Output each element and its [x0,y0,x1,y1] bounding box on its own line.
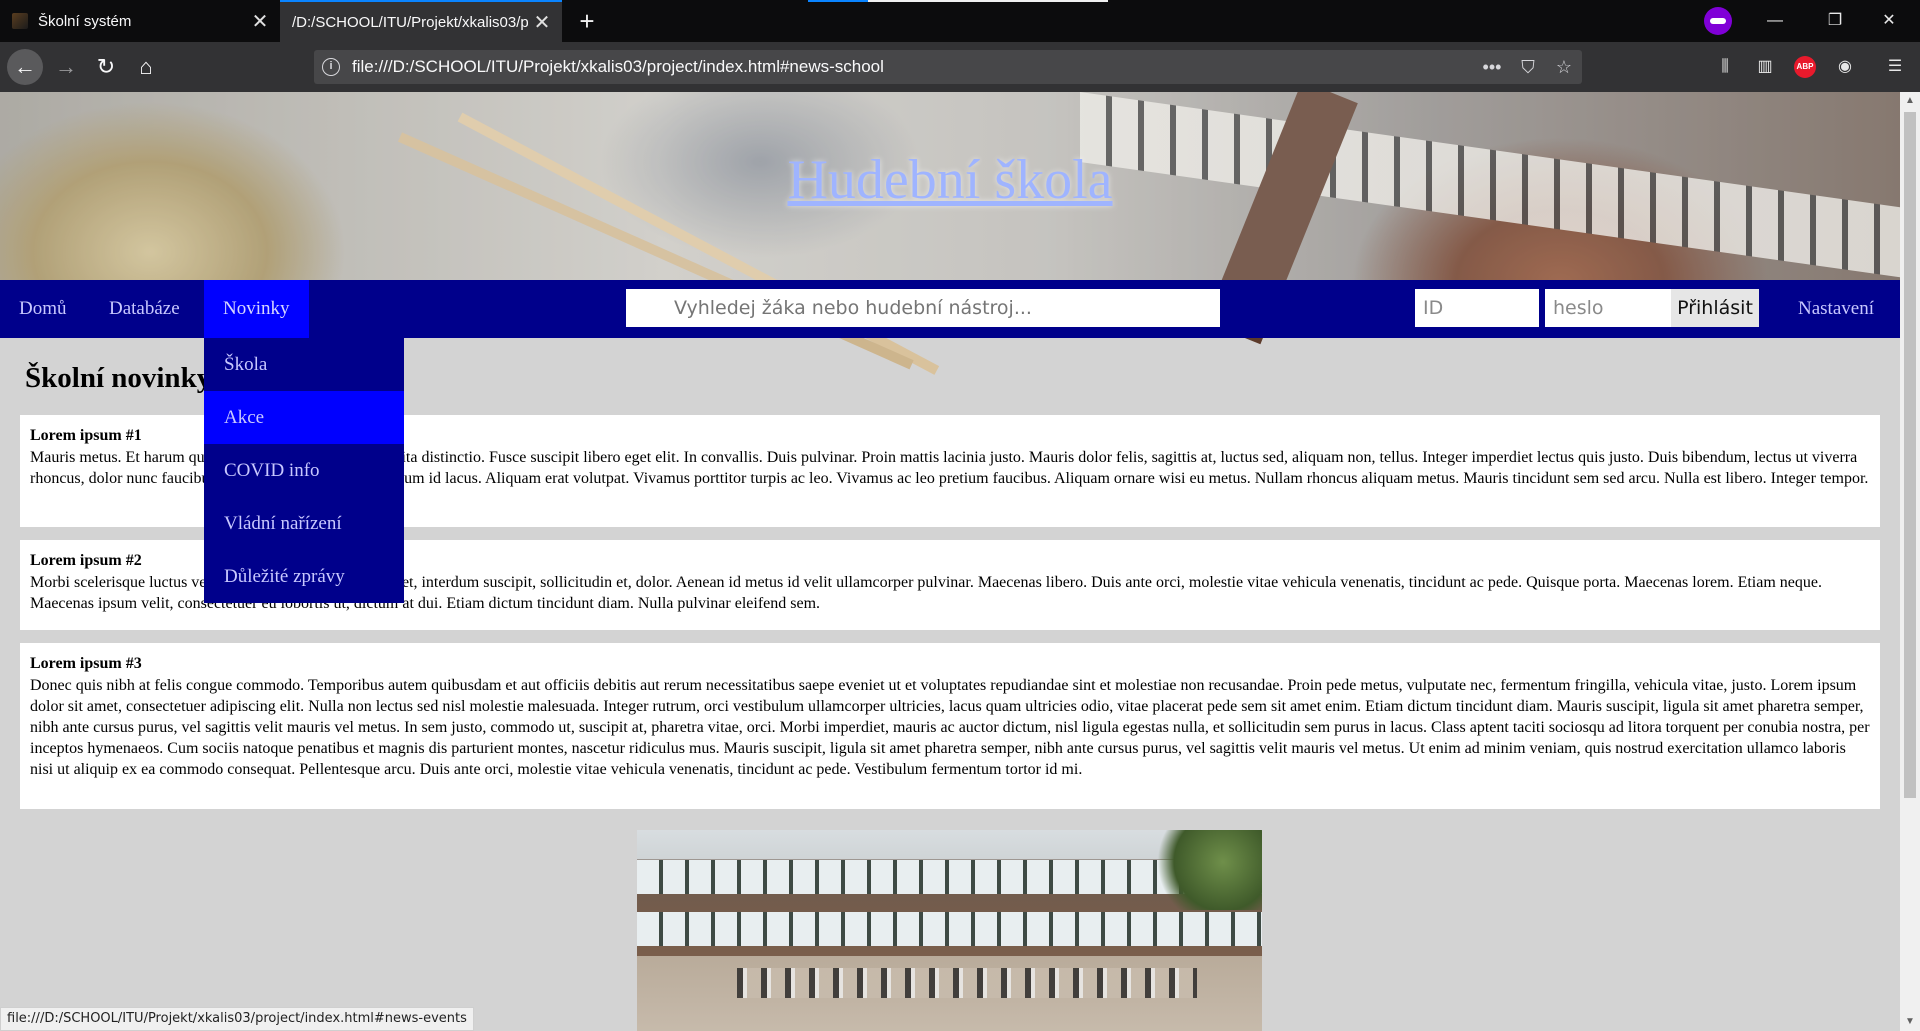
navigation-toolbar: ← → ↻ ⌂ i file:///D:/SCHOOL/ITU/Projekt/… [0,42,1920,92]
dropdown-item-akce[interactable]: Akce [204,391,404,444]
dropdown-item-dulezite-zpravy[interactable]: Důležité zprávy [204,550,404,603]
adblock-plus-icon[interactable]: ABP [1794,56,1816,78]
new-tab-button[interactable]: + [570,4,604,38]
tab-bar: Školní systém ✕ /D:/SCHOOL/ITU/Projekt/x… [0,0,1920,42]
url-text[interactable]: file:///D:/SCHOOL/ITU/Projekt/xkalis03/p… [352,57,1474,77]
account-icon[interactable]: ◉ [1832,54,1858,80]
tab-indicator-accent [808,0,868,2]
library-icon[interactable]: ⫼ [1712,54,1738,80]
minimize-button[interactable]: — [1752,0,1798,42]
students-image [737,968,1197,998]
tab-title: Školní systém [38,12,132,30]
menu-item-databaze[interactable]: Databáze [90,280,199,338]
tab-close-icon[interactable]: ✕ [246,9,274,34]
page-actions-icon[interactable]: ••• [1474,57,1510,78]
dropdown-item-skola[interactable]: Škola [204,338,404,391]
menu-icon[interactable]: ☰ [1882,54,1908,80]
close-window-button[interactable]: ✕ [1866,0,1912,42]
site-favicon-icon [12,13,28,29]
sidebar-icon[interactable]: ▥ [1752,54,1778,80]
scroll-up-icon[interactable]: ▲ [1900,92,1920,110]
building-windows [637,912,1262,946]
login-button[interactable]: Přihlásit [1671,289,1759,327]
back-button[interactable]: ← [7,49,43,85]
news-text: Donec quis nibh at felis congue commodo.… [30,677,1870,778]
hero-banner: Hudební škola [0,92,1900,375]
menu-item-nastaveni[interactable]: Nastavení [1779,280,1893,338]
main-menu: Domů Databáze Novinky Přihlásit Nastaven… [0,280,1900,338]
url-bar[interactable]: i file:///D:/SCHOOL/ITU/Projekt/xkalis03… [314,50,1582,84]
page-title: Školní novinky [25,362,212,394]
hero-title-link[interactable]: Hudební škola [0,148,1900,212]
novinky-dropdown: Škola Akce COVID info Vládní nařízení Dů… [204,338,404,603]
reload-button[interactable]: ↻ [88,49,124,85]
private-browsing-icon[interactable] [1704,7,1732,35]
menu-item-novinky[interactable]: Novinky [204,280,309,338]
home-button[interactable]: ⌂ [128,49,164,85]
tab-title: /D:/SCHOOL/ITU/Projekt/xkalis03/p [292,13,528,31]
tree-image [1157,830,1262,910]
restore-button[interactable]: ❐ [1812,0,1858,42]
scrollbar-thumb[interactable] [1904,112,1916,798]
menu-item-domu[interactable]: Domů [0,280,86,338]
page-scrollbar[interactable]: ▲ ▼ [1900,92,1920,1031]
dropdown-item-vladni-narizeni[interactable]: Vládní nařízení [204,497,404,550]
news-article: Lorem ipsum #3 Donec quis nibh at felis … [20,643,1880,809]
tab-close-icon[interactable]: ✕ [528,10,556,35]
site-info-icon[interactable]: i [322,58,340,76]
password-field[interactable] [1545,289,1671,327]
search-input[interactable] [626,289,1220,327]
id-field[interactable] [1415,289,1539,327]
bookmark-star-icon[interactable]: ☆ [1546,57,1582,78]
link-status-bar: file:///D:/SCHOOL/ITU/Projekt/xkalis03/p… [0,1007,474,1031]
page-viewport: Hudební škola Domů Databáze Novinky Přih… [0,92,1900,1031]
scroll-down-icon[interactable]: ▼ [1900,1013,1920,1031]
news-title: Lorem ipsum #3 [30,655,142,672]
dropdown-item-covid[interactable]: COVID info [204,444,404,497]
school-building-image [637,830,1262,1031]
forward-button[interactable]: → [48,49,84,85]
tab-index-html[interactable]: /D:/SCHOOL/ITU/Projekt/xkalis03/p ✕ [280,0,562,42]
pocket-icon[interactable]: ⛉ [1510,57,1546,78]
tab-skolni-system[interactable]: Školní systém ✕ [0,0,280,42]
